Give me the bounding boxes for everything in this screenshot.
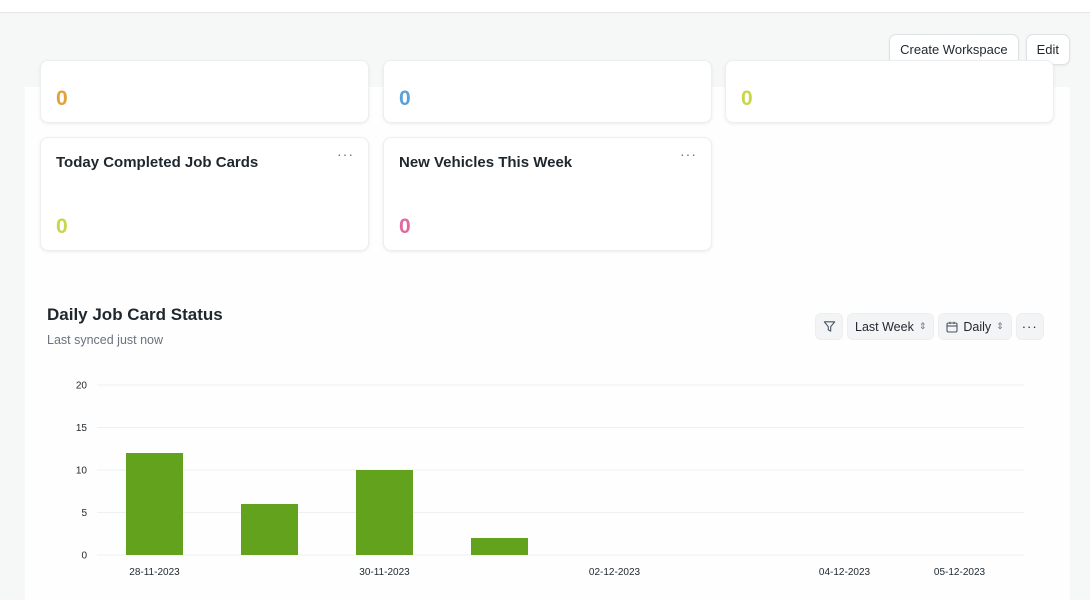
chart-bar[interactable] [241,504,298,555]
y-tick-label: 10 [76,466,88,477]
y-tick-label: 20 [76,381,88,392]
y-tick-label: 5 [81,508,87,519]
y-tick-label: 0 [81,551,87,562]
x-tick-label: 04-12-2023 [819,567,871,578]
x-tick-label: 02-12-2023 [589,567,641,578]
y-tick-label: 15 [76,423,88,434]
x-tick-label: 28-11-2023 [129,567,180,578]
chart-bar[interactable] [356,470,413,555]
chart-bar[interactable] [471,538,528,555]
chart-bar[interactable] [126,453,183,555]
x-tick-label: 30-11-2023 [359,567,410,578]
bar-chart: 0 5 10 15 20 28-11-2023 30-11-2023 02-12-2023 04… [76,381,1024,578]
x-tick-label: 05-12-2023 [934,567,986,578]
